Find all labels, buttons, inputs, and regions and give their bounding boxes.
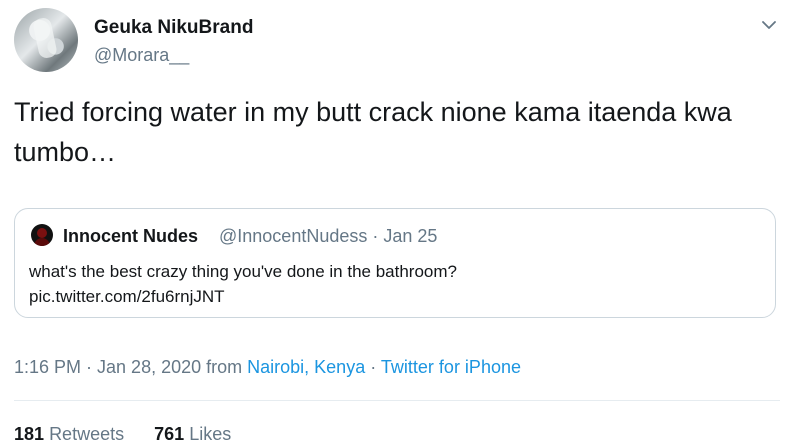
retweets-count: 181	[14, 424, 45, 444]
tweet-timestamp: 1:16 PM · Jan 28, 2020 from Nairobi, Ken…	[14, 357, 521, 378]
location-link[interactable]: Nairobi, Kenya	[247, 357, 365, 377]
chevron-down-icon[interactable]	[760, 16, 778, 34]
retweets-stat[interactable]: 181 Retweets	[14, 424, 124, 444]
author-handle[interactable]: @Morara__	[94, 45, 189, 66]
tweet-stats: 181 Retweets 761 Likes	[14, 424, 231, 445]
divider	[14, 400, 780, 401]
tweet-header: Geuka NikuBrand @Morara__	[14, 8, 778, 78]
likes-label: Likes	[189, 424, 232, 444]
source-link[interactable]: Twitter for iPhone	[381, 357, 521, 377]
timestamp-separator: ·	[370, 357, 377, 377]
likes-count: 761	[154, 424, 185, 444]
author-name[interactable]: Geuka NikuBrand	[94, 17, 253, 39]
tweet-text: Tried forcing water in my butt crack nio…	[14, 97, 732, 167]
quoted-tweet[interactable]: Innocent Nudes @InnocentNudess · Jan 25 …	[14, 208, 776, 318]
quoted-text: what's the best crazy thing you've done …	[29, 259, 759, 309]
likes-stat[interactable]: 761 Likes	[154, 424, 231, 444]
quoted-author-name: Innocent Nudes	[63, 226, 199, 246]
quoted-author-meta: @InnocentNudess · Jan 25	[219, 226, 438, 246]
retweets-label: Retweets	[49, 424, 125, 444]
quoted-link[interactable]: pic.twitter.com/2fu6rnjJNT	[29, 284, 759, 309]
timestamp-time[interactable]: 1:16 PM · Jan 28, 2020 from	[14, 357, 242, 377]
quoted-avatar	[31, 224, 53, 246]
avatar[interactable]	[14, 8, 78, 72]
quoted-text-line: what's the best crazy thing you've done …	[29, 262, 457, 281]
